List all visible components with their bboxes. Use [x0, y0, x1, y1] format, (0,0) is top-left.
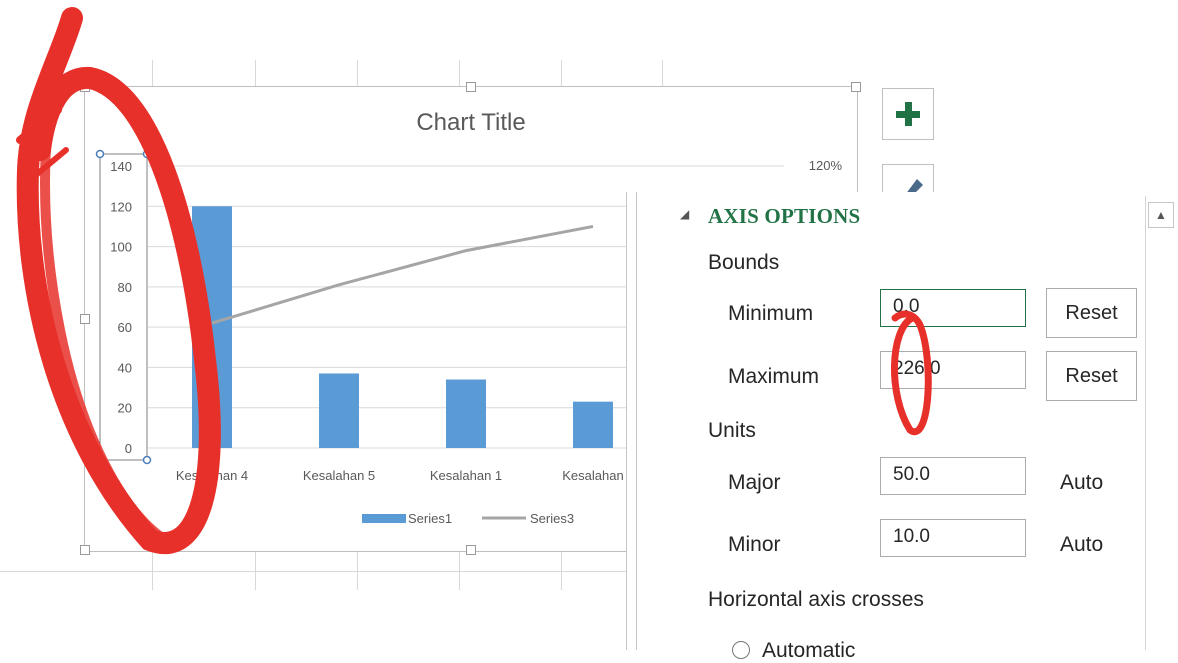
maximum-reset-button[interactable]: Reset	[1046, 351, 1137, 401]
axis-selection-handle	[95, 455, 105, 465]
minor-label: Minor	[728, 533, 781, 556]
legend-label-series1: Series1	[408, 511, 452, 526]
x-category-label: Kesalahan 5	[303, 468, 375, 483]
plus-icon	[896, 102, 920, 126]
axis-selection-handle	[142, 455, 152, 465]
collapse-caret-icon[interactable]: ◢	[680, 207, 689, 221]
legend-swatch-series1	[362, 514, 406, 523]
x-category-label: Kesalahan 1	[430, 468, 502, 483]
major-input[interactable]: 50.0	[880, 457, 1026, 495]
maximum-input[interactable]: 226.0	[880, 351, 1026, 389]
panel-divider	[636, 192, 637, 650]
bar-series1	[573, 401, 613, 448]
minor-input[interactable]: 10.0	[880, 519, 1026, 557]
axis-selection-handle	[142, 149, 152, 159]
automatic-label: Automatic	[762, 639, 856, 662]
x-category-label: Kesalahan 4	[176, 468, 248, 483]
major-label: Major	[728, 471, 781, 494]
chart-elements-button[interactable]	[882, 88, 934, 140]
y-tick-label: 60	[118, 320, 132, 335]
bar-series1	[319, 373, 359, 448]
automatic-radio[interactable]	[732, 641, 750, 659]
y-tick-label: 100	[110, 240, 132, 255]
axis-selection-handle	[95, 149, 105, 159]
scroll-up-button[interactable]: ▲	[1148, 202, 1174, 228]
minimum-label: Minimum	[728, 302, 814, 325]
line-series3	[211, 224, 594, 325]
sheet-gridline	[0, 571, 650, 572]
y-tick-label: 0	[125, 441, 132, 456]
legend-label-series3: Series3	[530, 511, 574, 526]
secondary-axis-label: 120%	[809, 158, 843, 173]
bounds-label: Bounds	[708, 251, 780, 274]
maximum-label: Maximum	[728, 365, 820, 388]
y-tick-label: 140	[110, 159, 132, 174]
panel-scrollbar[interactable]	[1145, 196, 1178, 650]
y-tick-label: 80	[118, 280, 132, 295]
minor-auto-button[interactable]: Auto	[1060, 533, 1103, 557]
horizontal-axis-crosses-label: Horizontal axis crosses	[708, 588, 924, 611]
units-label: Units	[708, 419, 756, 442]
axis-options-header[interactable]: AXIS OPTIONS	[708, 204, 860, 229]
major-auto-button[interactable]: Auto	[1060, 471, 1103, 495]
bar-series1	[446, 379, 486, 448]
y-tick-label: 120	[110, 199, 132, 214]
y-tick-label: 40	[118, 360, 132, 375]
bar-series1	[192, 206, 232, 448]
y-tick-label: 20	[118, 401, 132, 416]
minimum-input[interactable]: 0.0	[880, 289, 1026, 327]
x-category-label: Kesalahan	[562, 468, 623, 483]
chevron-up-icon: ▲	[1155, 208, 1167, 222]
minimum-reset-button[interactable]: Reset	[1046, 288, 1137, 338]
